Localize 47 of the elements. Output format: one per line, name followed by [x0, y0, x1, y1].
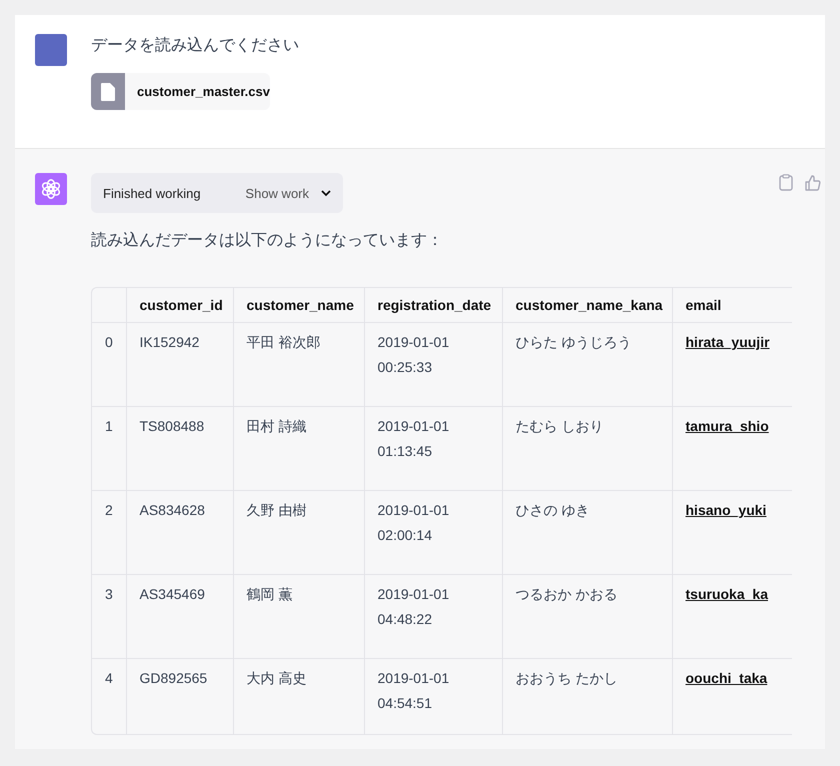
table-cell: 2019-01-01 02:00:14 — [364, 490, 502, 575]
user-avatar — [35, 34, 67, 66]
chevron-icon — [321, 190, 331, 197]
table-cell: AS834628 — [126, 490, 233, 575]
table-cell: 0 — [92, 322, 126, 407]
table-cell: つるおか かおる — [502, 574, 672, 659]
column-header: email — [672, 288, 792, 323]
table-cell: ひさの ゆき — [502, 490, 672, 575]
column-header: customer_id — [126, 288, 233, 323]
table-cell: 平田 裕次郎 — [233, 322, 364, 407]
assistant-message: 読み込んだデータは以下のようになっています： — [91, 230, 444, 252]
table-cell: 久野 由樹 — [233, 490, 364, 575]
column-header: registration_date — [364, 288, 502, 323]
user-message: データを読み込んでください — [91, 36, 299, 56]
table-cell: IK152942 — [126, 322, 233, 407]
column-header: customer_name — [233, 288, 364, 323]
table-cell: TS808488 — [126, 406, 233, 491]
table-cell: 田村 詩織 — [233, 406, 364, 491]
email-link[interactable]: hirata_yuujir — [686, 334, 770, 350]
status-label: Finished working — [103, 186, 202, 201]
logo-icon — [40, 178, 62, 200]
table-cell: 2 — [92, 490, 126, 575]
table-cell: GD892565 — [126, 658, 233, 734]
file-attachment[interactable]: customer_master.csv — [91, 73, 270, 110]
file-name: customer_master.csv — [136, 84, 270, 99]
table-cell: たむら しおり — [502, 406, 672, 491]
table-cell: 大内 高史 — [233, 658, 364, 734]
table-cell: ひらた ゆうじろう — [502, 322, 672, 407]
table-cell: おおうち たかし — [502, 658, 672, 734]
email-link[interactable]: tsuruoka_ka — [686, 586, 768, 602]
column-header: customer_name_kana — [502, 288, 672, 323]
file-icon — [101, 82, 115, 100]
table-cell: 鶴岡 薫 — [233, 574, 364, 659]
email-link[interactable]: hisano_yuki — [686, 502, 766, 518]
table-cell: 2019-01-01 01:13:45 — [364, 406, 502, 491]
table-cell: AS345469 — [126, 574, 233, 659]
table-cell: 4 — [92, 658, 126, 734]
clipboard-icon — [779, 174, 793, 191]
thumbs-up-icon — [805, 174, 821, 190]
table-cell: 2019-01-01 04:54:51 — [364, 658, 502, 734]
table-cell: 3 — [92, 574, 126, 659]
show-work-button[interactable]: Show work — [245, 186, 331, 201]
email-link[interactable]: oouchi_taka — [686, 670, 768, 686]
email-link[interactable]: tamura_shio — [686, 418, 769, 434]
table-cell: 2019-01-01 00:25:33 — [364, 322, 502, 407]
table-cell: 1 — [92, 406, 126, 491]
table-cell: 2019-01-01 04:48:22 — [364, 574, 502, 659]
